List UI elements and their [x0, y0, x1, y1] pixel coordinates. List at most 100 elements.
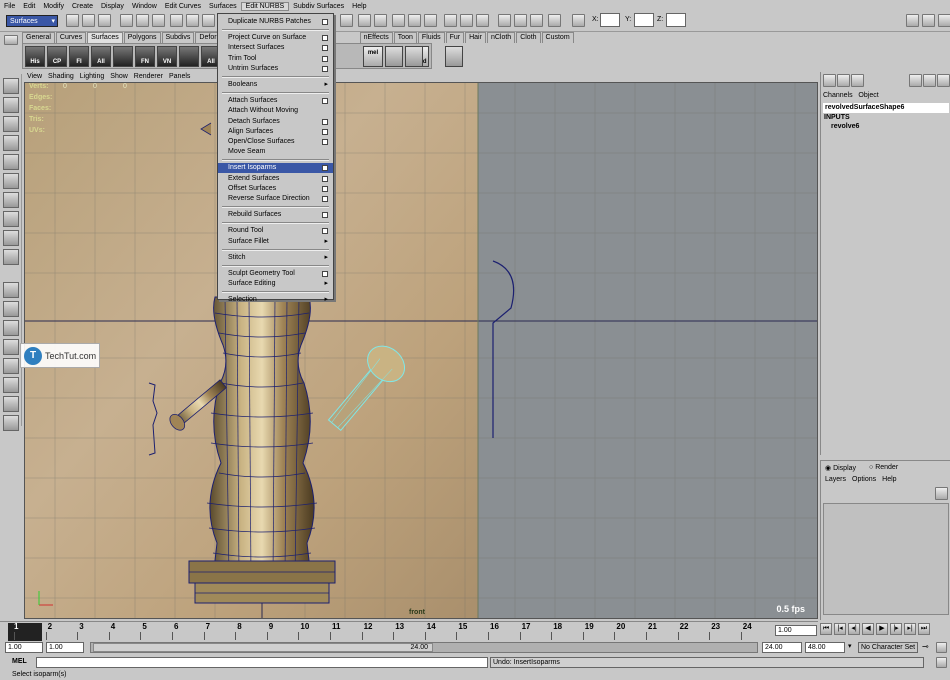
channels-tab[interactable]: Channels: [823, 92, 853, 99]
toggle-panel-icon[interactable]: [498, 14, 511, 27]
shelf-tab-hair[interactable]: Hair: [465, 32, 486, 43]
manipulator-icon[interactable]: [3, 192, 19, 208]
menu-item-offset-surfaces[interactable]: Offset Surfaces: [218, 184, 333, 194]
sphere-icon[interactable]: [909, 74, 922, 87]
menu-item-surface-editing[interactable]: Surface Editing ▸: [218, 279, 333, 289]
z-field[interactable]: [666, 13, 686, 27]
construction-icon[interactable]: [374, 14, 387, 27]
menu-subdiv-surfaces[interactable]: Subdiv Surfaces: [289, 3, 348, 10]
last-tool-icon[interactable]: [3, 249, 19, 265]
menu-modify[interactable]: Modify: [39, 3, 68, 10]
select-component-icon[interactable]: [152, 14, 165, 27]
menu-item-rebuild-surfaces[interactable]: Rebuild Surfaces: [218, 210, 333, 220]
menu-item-round-tool[interactable]: Round Tool: [218, 226, 333, 236]
menu-item-selection[interactable]: Selection ▸: [218, 295, 333, 305]
custom-layout-icon[interactable]: [3, 415, 19, 431]
menu-item-surface-fillet[interactable]: Surface Fillet ▸: [218, 237, 333, 247]
menu-item-intersect-surfaces[interactable]: Intersect Surfaces: [218, 43, 333, 53]
preferences-icon[interactable]: [936, 642, 947, 653]
menu-create[interactable]: Create: [68, 3, 97, 10]
clapper-icon[interactable]: [514, 14, 527, 27]
input-node[interactable]: revolve6: [831, 123, 859, 130]
step-forward-icon[interactable]: |▸: [890, 623, 902, 635]
menu-item-untrim-surfaces[interactable]: Untrim Surfaces: [218, 64, 333, 74]
menu-help[interactable]: Help: [348, 3, 370, 10]
option-box-icon[interactable]: [322, 175, 328, 182]
panel-menu-shading[interactable]: Shading: [45, 72, 77, 82]
channel-box-layout-icon[interactable]: [823, 74, 836, 87]
menu-item-detach-surfaces[interactable]: Detach Surfaces: [218, 117, 333, 127]
panel-menu-view[interactable]: View: [24, 72, 45, 82]
shelf-tab-curves[interactable]: Curves: [55, 32, 87, 43]
outliner-layout-icon[interactable]: [3, 339, 19, 355]
menu-item-project-curve-on-surface[interactable]: Project Curve on Surface: [218, 33, 333, 43]
render-current-icon[interactable]: [444, 14, 457, 27]
option-box-icon[interactable]: [322, 65, 328, 72]
paint-select-icon[interactable]: [3, 116, 19, 132]
timeline-layout-icon[interactable]: [3, 396, 19, 412]
option-box-icon[interactable]: [322, 55, 328, 62]
rotate-tool-icon[interactable]: [3, 154, 19, 170]
save-scene-icon[interactable]: [98, 14, 111, 27]
attribute-layout-icon[interactable]: [837, 74, 850, 87]
tool-settings-icon[interactable]: [922, 14, 935, 27]
option-box-icon[interactable]: [322, 228, 328, 235]
command-language-label[interactable]: MEL: [12, 658, 27, 665]
range-slider-handle[interactable]: 24.00: [93, 643, 433, 652]
menu-item-move-seam[interactable]: Move Seam: [218, 147, 333, 157]
move-tool-icon[interactable]: [3, 135, 19, 151]
option-box-icon[interactable]: [322, 185, 328, 192]
render-view-icon[interactable]: [530, 14, 543, 27]
wire-icon[interactable]: [385, 46, 403, 67]
shelf-button[interactable]: [113, 46, 133, 67]
hide-icon[interactable]: [424, 14, 437, 27]
play-backward-icon[interactable]: ◀: [862, 623, 874, 635]
x-field[interactable]: [600, 13, 620, 27]
menu-window[interactable]: Window: [128, 3, 161, 10]
range-slider[interactable]: 24.00: [90, 642, 758, 653]
ipr-icon[interactable]: [460, 14, 473, 27]
step-back-icon[interactable]: ◂|: [848, 623, 860, 635]
select-object-icon[interactable]: [136, 14, 149, 27]
hypershade-layout-icon[interactable]: [3, 377, 19, 393]
shelf-tab-polygons[interactable]: Polygons: [123, 32, 161, 43]
shelf-button[interactable]: FI: [69, 46, 89, 67]
menu-item-booleans[interactable]: Booleans ▸: [218, 80, 333, 90]
shelf-button[interactable]: His: [25, 46, 45, 67]
y-field[interactable]: [634, 13, 654, 27]
shelf-tab-surfaces[interactable]: Surfaces: [87, 32, 123, 43]
shelf-tab-toon[interactable]: Toon: [393, 32, 417, 43]
history-icon[interactable]: [358, 14, 371, 27]
option-box-icon[interactable]: [322, 212, 328, 219]
lasso-tool-icon[interactable]: [3, 97, 19, 113]
option-box-icon[interactable]: [322, 19, 328, 25]
chevron-down-icon[interactable]: ▾: [848, 642, 858, 653]
menu-item-trim-tool[interactable]: Trim Tool: [218, 54, 333, 64]
select-tool-icon[interactable]: [3, 78, 19, 94]
object-tab[interactable]: Object: [858, 92, 878, 99]
current-time-field[interactable]: 1.00: [775, 625, 817, 636]
menu-edit[interactable]: Edit: [19, 3, 39, 10]
snap-point-icon[interactable]: [340, 14, 353, 27]
shelf-button-mel[interactable]: mel: [363, 46, 383, 67]
menu-file[interactable]: File: [0, 3, 19, 10]
menu-item-sculpt-geometry-tool[interactable]: Sculpt Geometry Tool: [218, 269, 333, 279]
show-manip-icon[interactable]: [3, 230, 19, 246]
option-box-icon[interactable]: [322, 45, 328, 52]
menu-item-open-close-surfaces[interactable]: Open/Close Surfaces: [218, 137, 333, 147]
shelf-tab-cloth[interactable]: Cloth: [516, 32, 541, 43]
soft-mod-icon[interactable]: [3, 211, 19, 227]
character-set-field[interactable]: No Character Set: [858, 642, 918, 653]
shelf-button[interactable]: All: [91, 46, 111, 67]
option-box-icon[interactable]: [322, 128, 328, 135]
layer-list[interactable]: [823, 503, 949, 615]
go-to-start-icon[interactable]: ⏮: [820, 623, 832, 635]
option-box-icon[interactable]: [322, 35, 328, 42]
shelf-menu-icon[interactable]: [4, 35, 18, 45]
single-layout-icon[interactable]: [3, 282, 19, 298]
shelf-tab-ncloth[interactable]: nCloth: [486, 32, 516, 43]
time-slider[interactable]: 1 2 3 4 5 6 7 8 9 10 11 12 13 14 15 16 17 18 19 20 21 22 23 24: [0, 621, 818, 641]
menu-edit-nurbs[interactable]: Edit NURBS: [240, 1, 290, 11]
layer-render-icon[interactable]: [937, 74, 950, 87]
menu-item-attach-without-moving[interactable]: Attach Without Moving: [218, 106, 333, 116]
